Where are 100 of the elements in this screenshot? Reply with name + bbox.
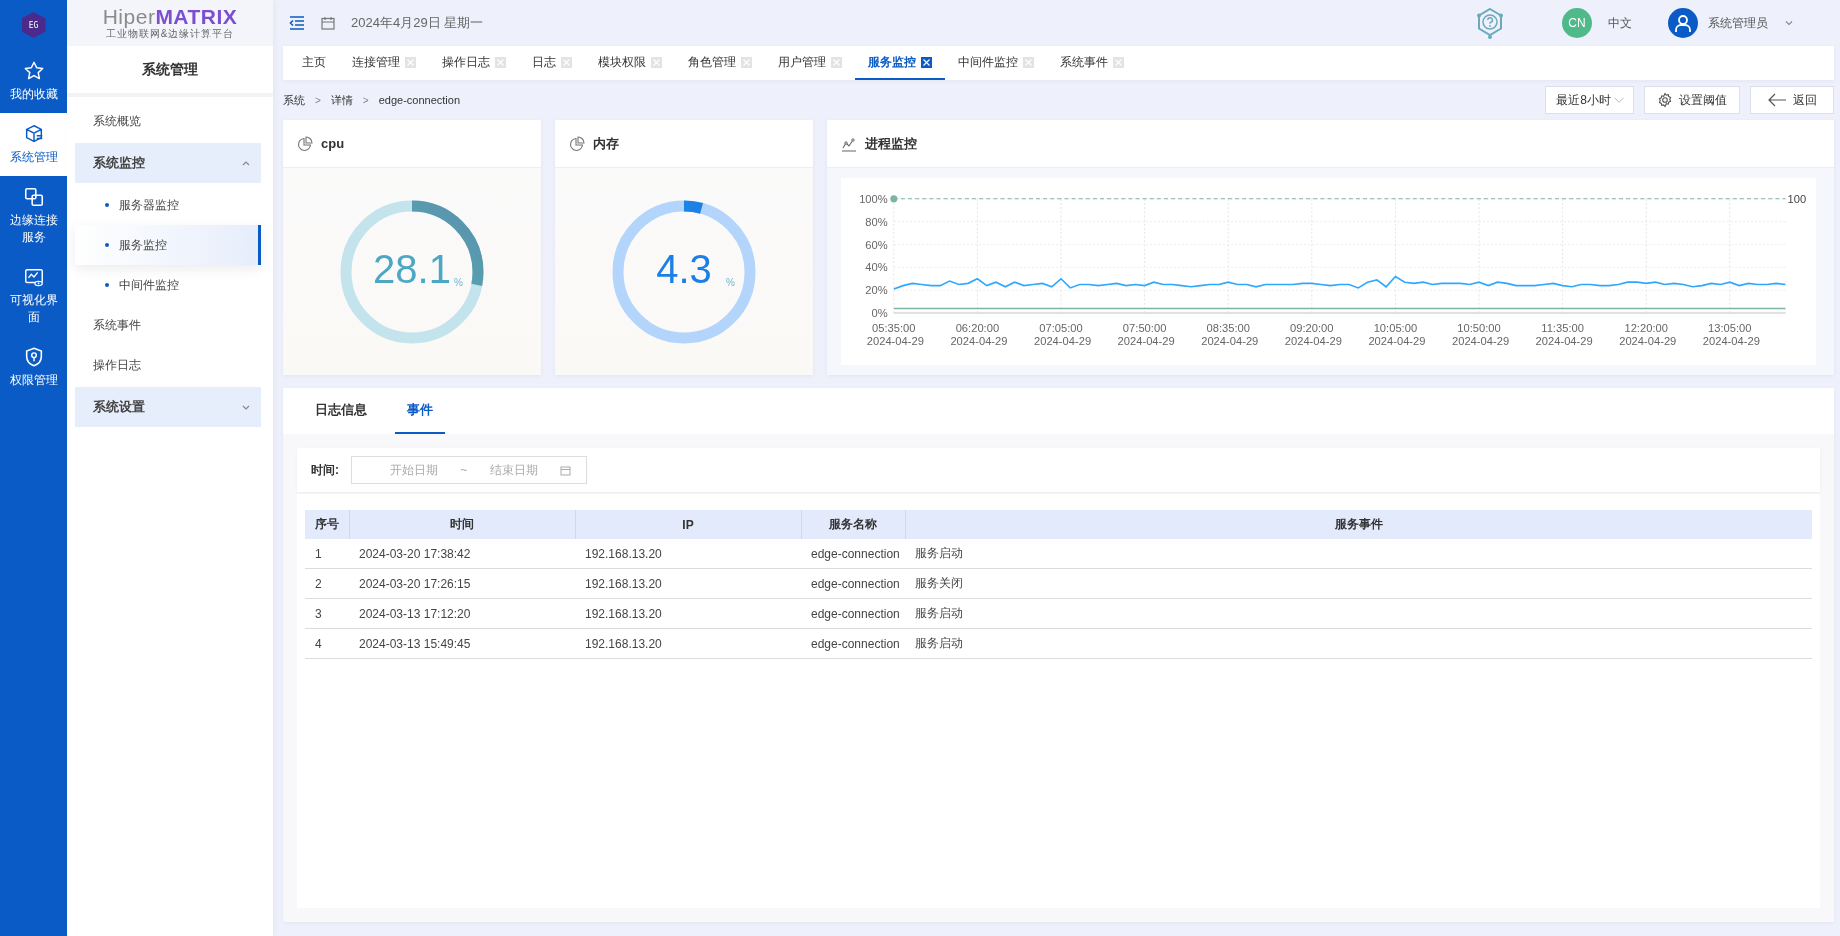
section-tab[interactable]: 事件	[395, 388, 445, 434]
reference-label: 100	[1787, 192, 1807, 205]
table-cell: 2024-03-20 17:38:42	[349, 539, 575, 569]
gauge-unit: %	[726, 276, 735, 288]
y-axis-label: 0%	[871, 307, 888, 320]
table-cell: edge-connection	[801, 628, 905, 659]
y-axis-label: 60%	[865, 238, 888, 251]
rail-nav-item[interactable]: 系统管理	[0, 113, 67, 176]
time-range-dropdown[interactable]: 最近8小时	[1545, 86, 1634, 114]
column-header: 序号	[305, 510, 349, 539]
set-threshold-button[interactable]: 设置阈值	[1644, 86, 1740, 114]
table-cell: 2024-03-13 17:12:20	[349, 598, 575, 629]
settings-icon	[1657, 92, 1673, 108]
column-header: 时间	[349, 510, 575, 539]
language-label[interactable]: 中文	[1608, 14, 1632, 32]
page-tab[interactable]: 连接管理	[339, 46, 429, 80]
table-cell: edge-connection	[801, 598, 905, 629]
y-axis-label: 80%	[865, 215, 888, 228]
table-cell: 192.168.13.20	[575, 568, 801, 599]
column-header: 服务名称	[801, 510, 905, 539]
rail-nav-item[interactable]: 边缘连接服务	[0, 176, 67, 256]
brand-name: HiperMATRIX	[102, 6, 238, 28]
page-tab[interactable]: 中间件监控	[945, 46, 1047, 80]
help-icon[interactable]	[1474, 6, 1506, 40]
calendar-icon	[560, 464, 572, 476]
card-title: cpu	[321, 136, 345, 151]
calendar-icon	[321, 16, 335, 30]
card-title: 进程监控	[865, 134, 917, 153]
back-button[interactable]: 返回	[1750, 86, 1834, 114]
x-axis-label: 07:50:00 2024-04-29	[1117, 321, 1175, 348]
x-axis-label: 10:05:00 2024-04-29	[1368, 321, 1426, 348]
link-icon	[22, 186, 45, 208]
sidebar-item[interactable]: 系统事件	[75, 305, 261, 345]
table-cell: 192.168.13.20	[575, 539, 801, 569]
filter-label: 时间:	[311, 461, 339, 479]
user-avatar-icon[interactable]	[1668, 8, 1698, 38]
page-tab[interactable]: 角色管理	[675, 46, 765, 80]
caret-icon[interactable]	[1784, 18, 1794, 28]
gauge-unit: %	[454, 276, 463, 288]
page-tab[interactable]: 日志	[519, 46, 585, 80]
table-cell: 2024-03-13 15:49:45	[349, 628, 575, 659]
user-name[interactable]: 系统管理员	[1708, 14, 1768, 32]
table-cell: 服务启动	[905, 628, 1812, 659]
breadcrumb-separator: >	[362, 94, 369, 106]
breadcrumb-item[interactable]: 详情	[330, 92, 353, 108]
table-cell: edge-connection	[801, 568, 905, 599]
section-tab[interactable]: 日志信息	[303, 388, 379, 434]
sidebar-subitem[interactable]: 服务器监控	[75, 185, 261, 225]
sidebar-group[interactable]: 系统设置	[75, 387, 261, 427]
rail-nav-item[interactable]: 我的收藏	[0, 50, 67, 113]
sidebar-subitem[interactable]: 服务监控	[75, 225, 261, 265]
table-cell: 192.168.13.20	[575, 598, 801, 629]
page-tab[interactable]: 主页	[289, 46, 339, 80]
range-separator: ~	[460, 463, 468, 477]
table-cell: 1	[305, 539, 349, 569]
page-tab[interactable]: 用户管理	[765, 46, 855, 80]
table-cell: edge-connection	[801, 539, 905, 569]
breadcrumb-item: edge-connection	[378, 94, 461, 106]
menu-icon[interactable]	[289, 16, 305, 30]
y-axis-label: 100%	[859, 192, 888, 205]
sidebar-item[interactable]: 操作日志	[75, 345, 261, 385]
close-icon[interactable]	[921, 56, 932, 68]
table-cell: 4	[305, 628, 349, 659]
table-cell: 服务启动	[905, 598, 1812, 629]
logo: EG	[21, 12, 46, 38]
brand-tagline: 工业物联网&边缘计算平台	[105, 28, 235, 40]
breadcrumb-item[interactable]: 系统	[283, 92, 305, 108]
page-tab[interactable]: 系统事件	[1047, 46, 1137, 80]
sidebar-item[interactable]: 系统概览	[75, 101, 261, 141]
page-tab[interactable]: 模块权限	[585, 46, 675, 80]
sidebar-group[interactable]: 系统监控	[75, 143, 261, 183]
card-title: 内存	[593, 134, 619, 153]
back-arrow-icon	[1767, 92, 1787, 108]
y-axis-label: 20%	[865, 284, 888, 297]
x-axis-label: 09:20:00 2024-04-29	[1284, 321, 1342, 348]
sidebar-title: 系统管理	[67, 46, 273, 97]
x-axis-label: 08:35:00 2024-04-29	[1201, 321, 1259, 348]
rail-nav-item[interactable]: 可视化界面	[0, 256, 67, 336]
x-axis-label: 07:05:00 2024-04-29	[1034, 321, 1092, 348]
table-cell: 服务关闭	[905, 568, 1812, 599]
column-header: 服务事件	[905, 510, 1812, 539]
y-axis-label: 40%	[865, 261, 888, 274]
x-axis-label: 10:50:00 2024-04-29	[1451, 321, 1510, 348]
x-axis-label: 12:20:00 2024-04-29	[1619, 321, 1677, 348]
x-axis-label: 06:20:00 2024-04-29	[950, 321, 1008, 348]
page-tab[interactable]: 服务监控	[855, 46, 945, 80]
table-cell: 服务启动	[905, 539, 1812, 569]
screen-icon	[22, 266, 45, 288]
page-tab[interactable]: 操作日志	[429, 46, 519, 80]
line-chart-icon	[841, 135, 857, 152]
pie-chart-icon	[297, 135, 313, 152]
current-date: 2024年4月29日 星期一	[351, 14, 484, 32]
breadcrumb-separator: >	[315, 94, 321, 106]
table-cell: 192.168.13.20	[575, 628, 801, 659]
column-header: IP	[575, 510, 801, 539]
x-axis-label: 11:35:00 2024-04-29	[1535, 321, 1593, 348]
rail-nav-item[interactable]: 权限管理	[0, 336, 67, 399]
star-icon	[22, 60, 45, 82]
gauge-value: 28.1	[373, 246, 451, 291]
sidebar-subitem[interactable]: 中间件监控	[75, 265, 261, 305]
